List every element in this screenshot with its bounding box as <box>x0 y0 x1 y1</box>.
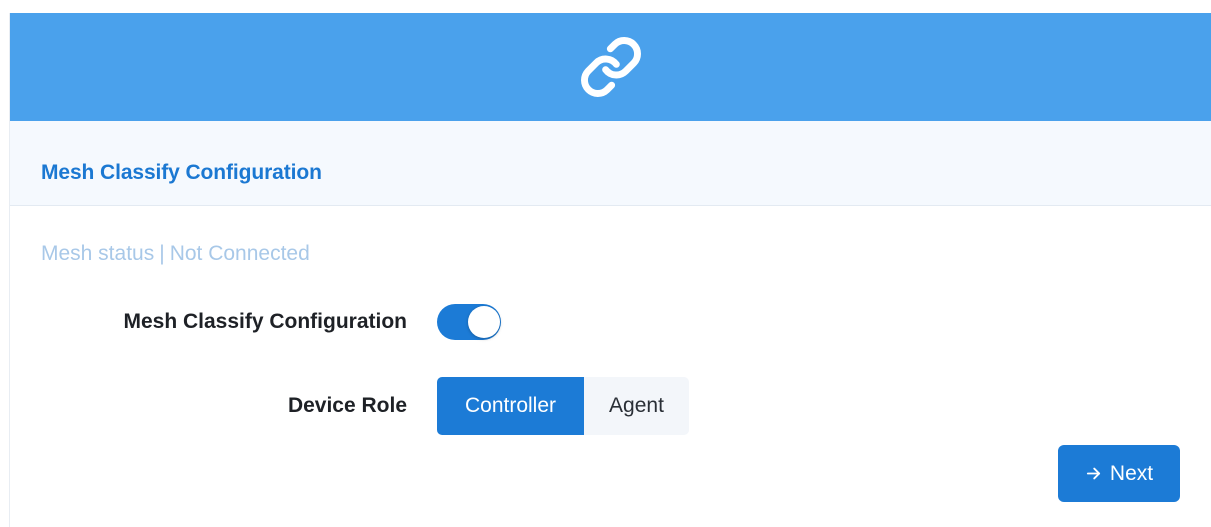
device-role-selector: Controller Agent <box>437 377 689 435</box>
arrow-right-icon <box>1085 465 1102 482</box>
section-title: Mesh Classify Configuration <box>41 161 322 184</box>
mesh-status-value: Not Connected <box>169 242 310 265</box>
mesh-classify-toggle[interactable] <box>437 304 501 340</box>
link-icon <box>579 35 643 99</box>
mesh-classify-label: Mesh Classify Configuration <box>123 310 407 333</box>
next-button[interactable]: Next <box>1058 445 1180 502</box>
device-role-label: Device Role <box>287 394 407 417</box>
page: Mesh Classify Configuration Mesh status |… <box>0 0 1211 527</box>
mesh-config-card: Mesh Classify Configuration Mesh status |… <box>9 13 1211 527</box>
header-banner <box>10 13 1211 121</box>
toggle-knob <box>468 306 500 338</box>
role-option-agent[interactable]: Agent <box>584 377 689 435</box>
mesh-status: Mesh status | Not Connected <box>41 242 310 266</box>
section-header: Mesh Classify Configuration <box>10 121 1211 206</box>
next-button-label: Next <box>1109 461 1154 485</box>
role-option-controller[interactable]: Controller <box>437 377 584 435</box>
mesh-status-label: Mesh status <box>41 242 155 265</box>
mesh-status-separator: | <box>159 242 165 265</box>
